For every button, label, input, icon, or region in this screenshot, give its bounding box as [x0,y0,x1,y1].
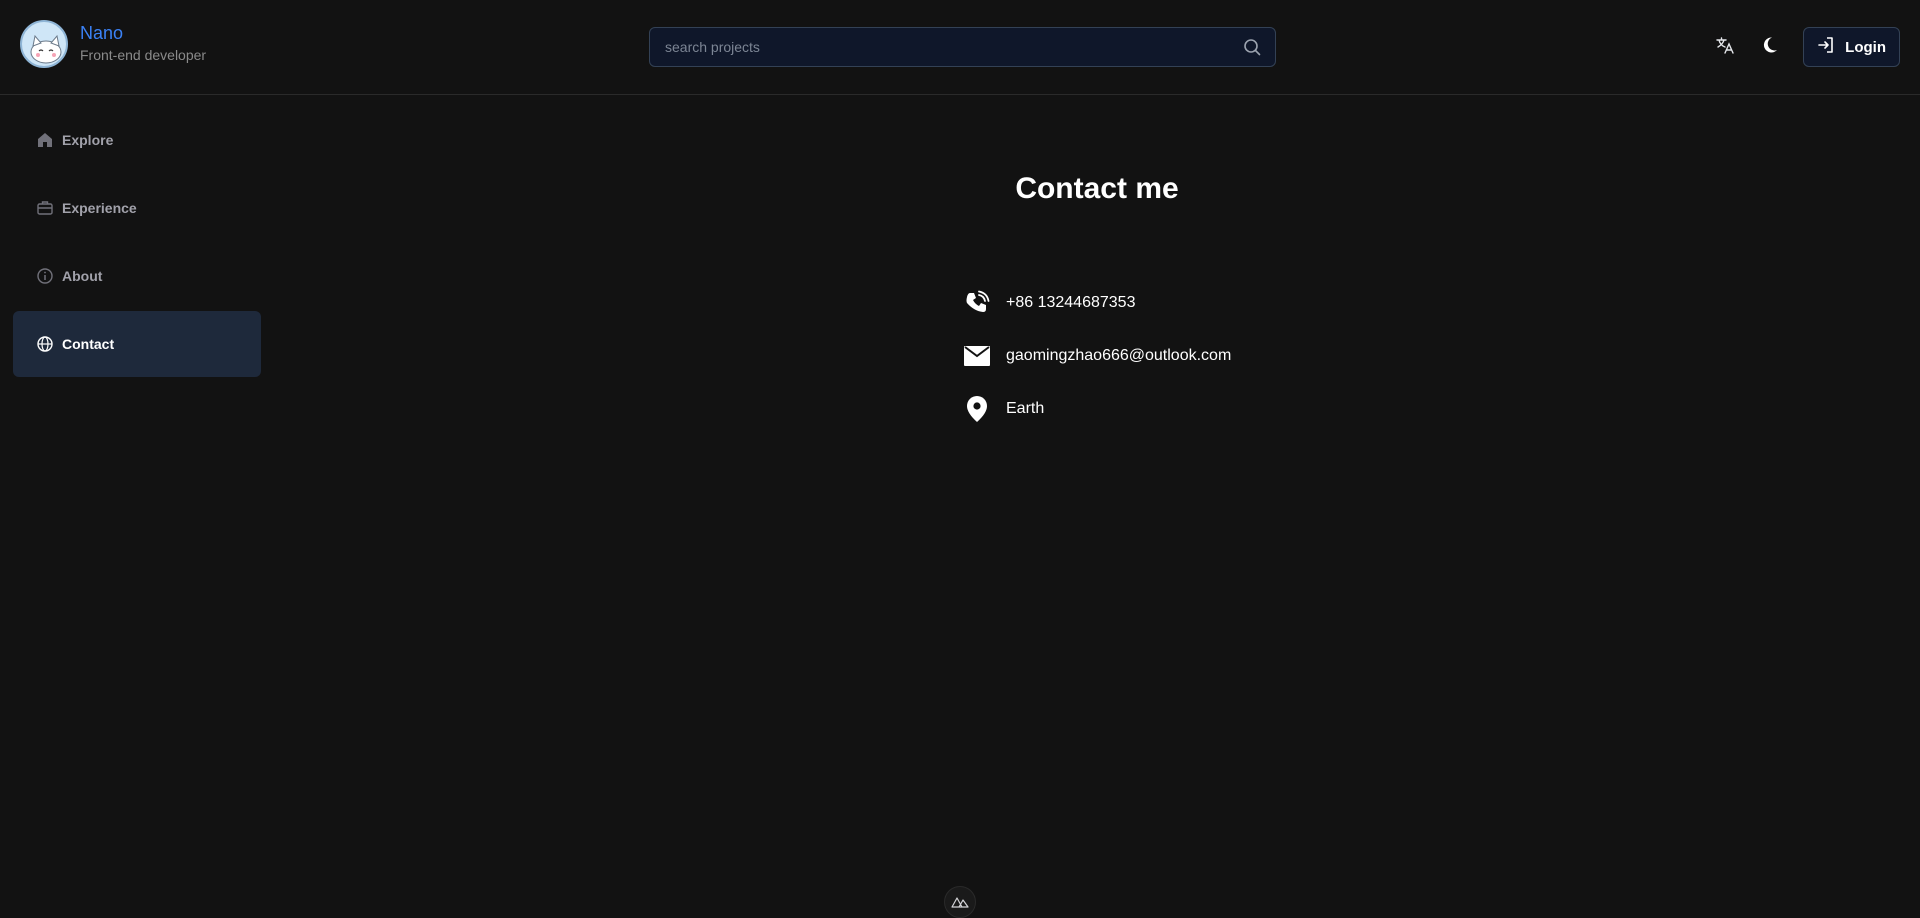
login-icon [1817,36,1835,58]
contact-phone: +86 13244687353 [963,288,1231,318]
page-title: Contact me [1015,172,1179,205]
top-header: Nano Front-end developer search projects… [0,0,1920,95]
avatar [20,20,68,68]
nuxt-logo-icon[interactable] [944,886,976,918]
brand-name[interactable]: Nano [80,22,206,44]
contact-list: +86 13244687353 gaomingzhao666@outlook.c… [963,288,1231,447]
sidebar-item-label: Experience [62,200,137,216]
mail-icon [963,342,991,370]
contact-email: gaomingzhao666@outlook.com [963,341,1231,371]
search-box[interactable] [649,27,1276,67]
info-icon [36,267,54,285]
contact-location: Earth [963,394,1231,424]
login-label: Login [1845,38,1886,56]
contact-phone-text[interactable]: +86 13244687353 [1006,294,1135,312]
brand[interactable]: Nano Front-end developer [20,20,206,68]
phone-icon [963,289,991,317]
briefcase-icon [36,199,54,217]
sidebar-item-about[interactable]: About [13,243,261,309]
contact-email-text[interactable]: gaomingzhao666@outlook.com [1006,347,1231,365]
theme-toggle-button[interactable] [1751,29,1787,65]
moon-icon [1759,35,1779,60]
location-pin-icon [963,395,991,423]
sidebar-item-experience[interactable]: Experience [13,175,261,241]
sidebar-item-label: About [62,268,103,284]
search-input[interactable] [663,38,1242,56]
sidebar-item-explore[interactable]: Explore [13,107,261,173]
home-icon [36,131,54,149]
sidebar-item-label: Explore [62,132,114,148]
globe-icon [36,335,54,353]
translate-button[interactable] [1707,29,1743,65]
brand-role: Front-end developer [80,47,207,63]
search-icon[interactable] [1242,37,1262,57]
translate-icon [1715,35,1735,60]
sidebar: Explore Experience About Contact [13,107,261,379]
contact-location-text: Earth [1006,400,1045,417]
sidebar-item-contact[interactable]: Contact [13,311,261,377]
login-button[interactable]: Login [1803,27,1900,67]
sidebar-item-label: Contact [62,336,115,352]
